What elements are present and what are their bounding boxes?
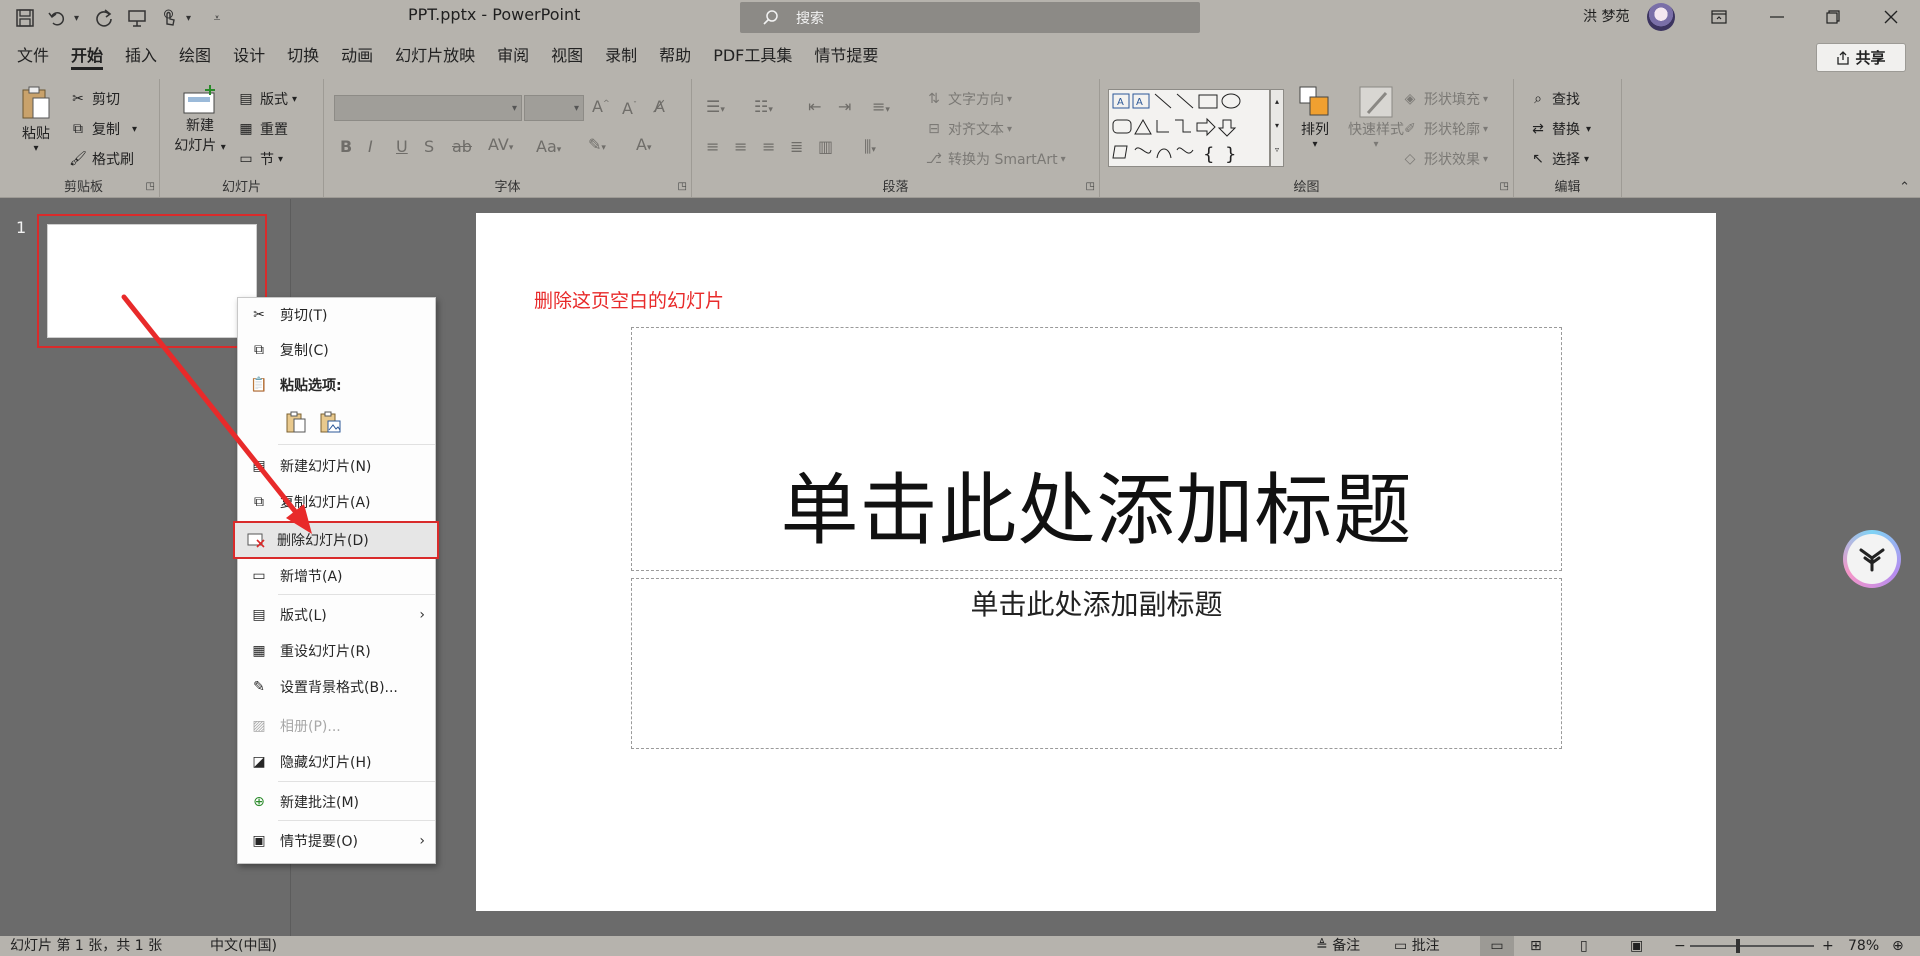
zoom-out-icon[interactable]: − — [1674, 936, 1686, 956]
notes-button[interactable]: ≜ 备注 — [1316, 936, 1360, 956]
reading-view-icon[interactable]: ▯ — [1580, 936, 1588, 956]
normal-view-icon[interactable]: ▭ — [1480, 936, 1514, 956]
slide-sorter-icon[interactable]: ⊞ — [1530, 936, 1542, 956]
zoom-slider[interactable] — [1690, 936, 1814, 956]
fit-slide-icon[interactable]: ⊕ — [1892, 936, 1904, 956]
zoom-slider-thumb[interactable] — [1736, 939, 1740, 953]
zoom-in-icon[interactable]: + — [1822, 936, 1834, 956]
slide-info: 幻灯片 第 1 张，共 1 张 — [10, 938, 163, 954]
slideshow-icon[interactable]: ▣ — [1630, 936, 1643, 956]
comment-icon: ▭ — [1394, 938, 1412, 954]
annotation-arrow — [121, 294, 312, 534]
language[interactable]: 中文(中国) — [210, 936, 277, 956]
status-bar: 幻灯片 第 1 张，共 1 张 中文(中国) ≜ 备注 ▭ 批注 ▭ ⊞ ▯ ▣… — [0, 936, 1920, 956]
zoom-level[interactable]: 78% — [1848, 936, 1879, 956]
comments-button[interactable]: ▭ 批注 — [1394, 936, 1440, 956]
notes-icon: ≜ — [1316, 938, 1333, 954]
